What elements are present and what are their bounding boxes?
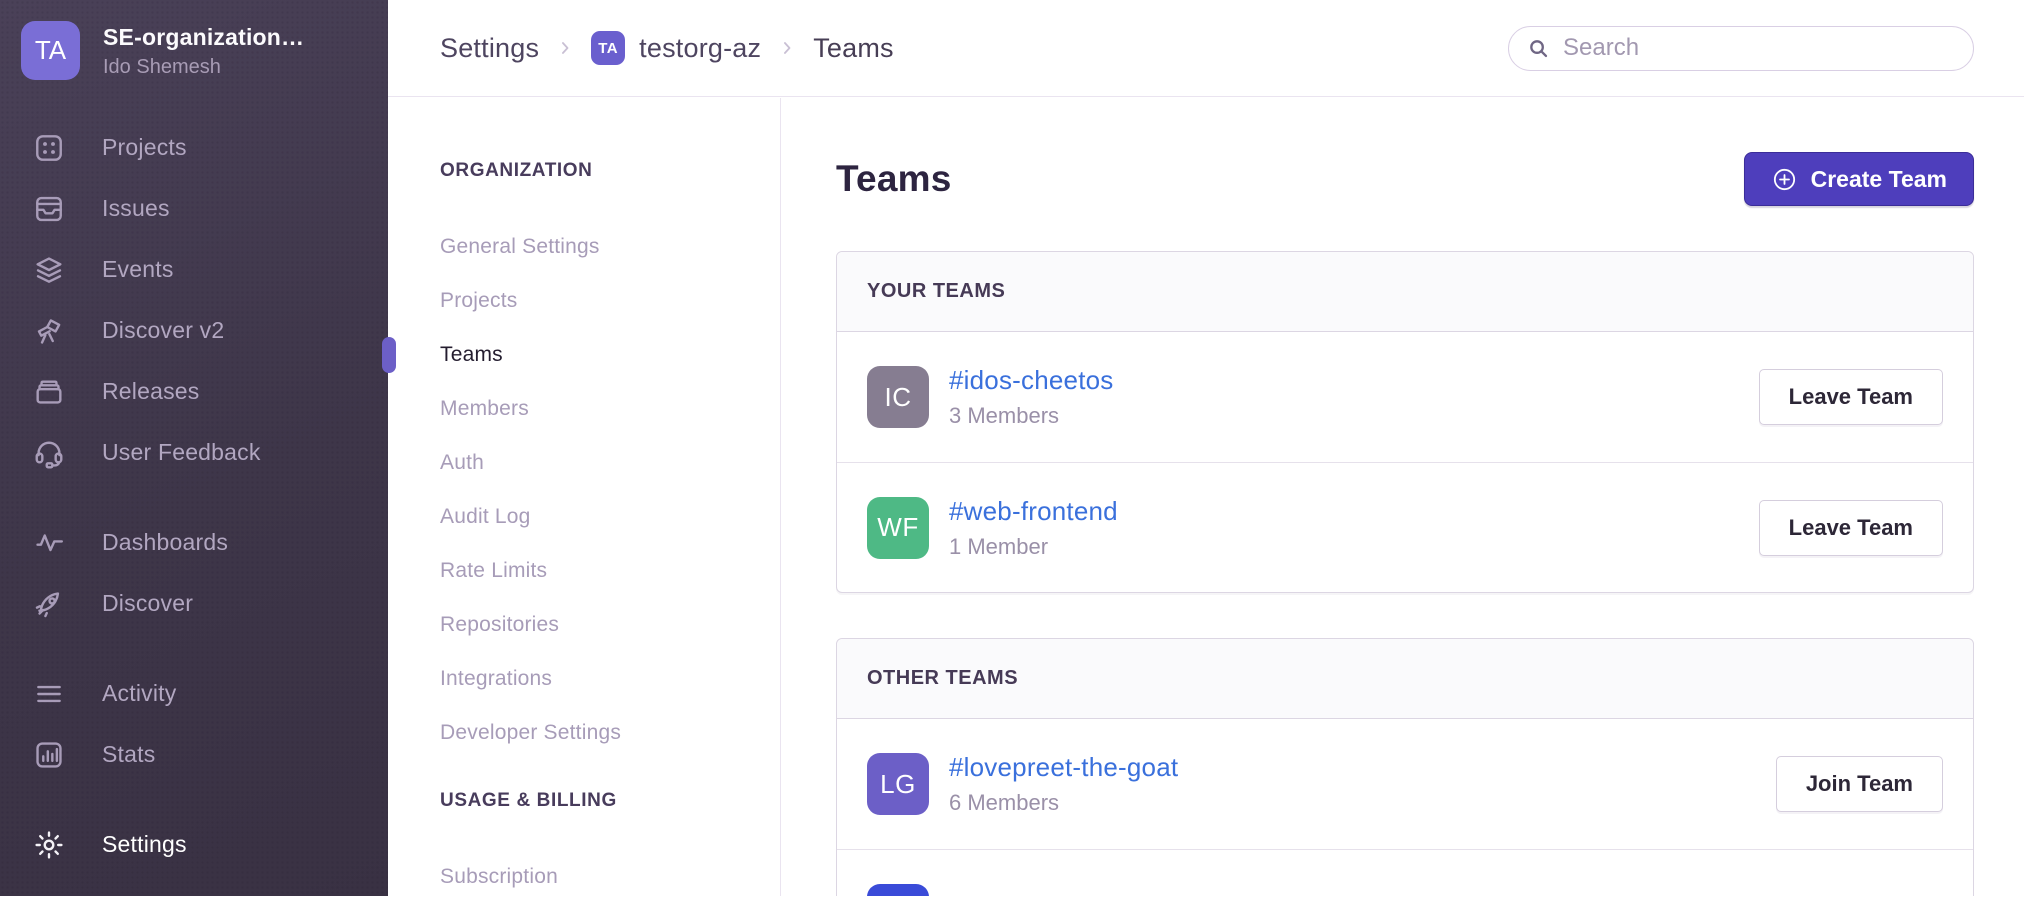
breadcrumb-org[interactable]: TA testorg-az bbox=[591, 31, 761, 65]
grid-icon bbox=[33, 132, 65, 164]
team-link[interactable]: #web-frontend bbox=[949, 496, 1118, 527]
org-switcher[interactable]: TA SE-organization… Ido Shemesh bbox=[21, 21, 304, 80]
team-member-count: 6 Members bbox=[949, 790, 1178, 816]
settings-nav-item-rate-limits[interactable]: Rate Limits bbox=[440, 544, 760, 598]
sidebar-item-label: Projects bbox=[102, 134, 187, 161]
sidebar-item-user-feedback[interactable]: User Feedback bbox=[0, 422, 388, 483]
team-row: IC #idos-cheetos 3 Members Leave Team bbox=[837, 332, 1973, 462]
team-avatar: IC bbox=[867, 366, 929, 428]
chevron-right-icon bbox=[555, 38, 575, 58]
breadcrumb-settings[interactable]: Settings bbox=[440, 33, 539, 64]
team-row bbox=[837, 849, 1973, 896]
sidebar-item-stats[interactable]: Stats bbox=[0, 724, 388, 785]
team-member-count: 1 Member bbox=[949, 534, 1118, 560]
settings-nav-item-integrations[interactable]: Integrations bbox=[440, 652, 760, 706]
team-avatar: WF bbox=[867, 497, 929, 559]
org-badge: TA bbox=[591, 31, 625, 65]
settings-nav: ORGANIZATION General SettingsProjectsTeam… bbox=[388, 98, 781, 896]
team-avatar bbox=[867, 884, 929, 897]
layers-icon bbox=[33, 254, 65, 286]
menu-lines-icon bbox=[33, 678, 65, 710]
breadcrumb: Settings TA testorg-az Teams bbox=[440, 31, 894, 65]
team-member-count: 3 Members bbox=[949, 403, 1113, 429]
sidebar-item-label: Activity bbox=[102, 680, 176, 707]
org-name: SE-organization… bbox=[103, 21, 304, 51]
settings-nav-item-teams[interactable]: Teams bbox=[440, 328, 760, 382]
settings-nav-heading-usage-billing: USAGE & BILLING bbox=[440, 790, 760, 812]
team-row: LG #lovepreet-the-goat 6 Members Join Team bbox=[837, 719, 1973, 849]
sidebar-item-label: Settings bbox=[102, 831, 187, 858]
panel-heading: OTHER TEAMS bbox=[837, 639, 1973, 719]
archive-icon bbox=[33, 376, 65, 408]
sidebar-item-label: Events bbox=[102, 256, 174, 283]
panels: YOUR TEAMS IC #idos-cheetos 3 Members Leave … bbox=[836, 251, 1974, 896]
search-input[interactable] bbox=[1563, 27, 1973, 70]
chevron-right-icon bbox=[777, 38, 797, 58]
settings-nav-item-auth[interactable]: Auth bbox=[440, 436, 760, 490]
telescope-icon bbox=[33, 315, 65, 347]
leave-team-button[interactable]: Leave Team bbox=[1759, 369, 1943, 425]
team-link[interactable]: #lovepreet-the-goat bbox=[949, 752, 1178, 783]
sidebar-item-activity[interactable]: Activity bbox=[0, 663, 388, 724]
gear-icon bbox=[33, 829, 65, 861]
sidebar-active-indicator bbox=[382, 337, 396, 373]
settings-nav-item-repositories[interactable]: Repositories bbox=[440, 598, 760, 652]
leave-team-button[interactable]: Leave Team bbox=[1759, 500, 1943, 556]
search-box bbox=[1508, 26, 1974, 71]
team-row: WF #web-frontend 1 Member Leave Team bbox=[837, 462, 1973, 592]
sidebar-item-projects[interactable]: Projects bbox=[0, 117, 388, 178]
breadcrumb-org-label: testorg-az bbox=[639, 33, 761, 64]
sidebar-item-label: Stats bbox=[102, 741, 155, 768]
sidebar-item-label: Releases bbox=[102, 378, 200, 405]
sidebar-item-label: Dashboards bbox=[102, 529, 228, 556]
org-avatar: TA bbox=[21, 21, 80, 80]
panel-heading: YOUR TEAMS bbox=[837, 252, 1973, 332]
sidebar-item-dashboards[interactable]: Dashboards bbox=[0, 512, 388, 573]
team-link[interactable]: #idos-cheetos bbox=[949, 365, 1113, 396]
inbox-icon bbox=[33, 193, 65, 225]
sidebar-item-settings[interactable]: Settings bbox=[0, 814, 388, 875]
panel-other-teams: OTHER TEAMS LG #lovepreet-the-goat 6 Member… bbox=[836, 638, 1974, 896]
page-title: Teams bbox=[836, 158, 952, 200]
rocket-icon bbox=[33, 588, 65, 620]
sidebar-nav: Projects Issues Events Discover v2 Releases U… bbox=[0, 117, 388, 875]
create-team-label: Create Team bbox=[1811, 166, 1947, 193]
bar-chart-icon bbox=[33, 739, 65, 771]
pulse-icon bbox=[33, 527, 65, 559]
sidebar-item-releases[interactable]: Releases bbox=[0, 361, 388, 422]
main-content: Teams Create Team YOUR TEAMS IC #idos-chee… bbox=[782, 98, 2024, 896]
breadcrumb-teams: Teams bbox=[813, 33, 894, 64]
sidebar-item-issues[interactable]: Issues bbox=[0, 178, 388, 239]
settings-nav-item-audit-log[interactable]: Audit Log bbox=[440, 490, 760, 544]
settings-nav-heading-organization: ORGANIZATION bbox=[440, 160, 760, 182]
settings-nav-item-general-settings[interactable]: General Settings bbox=[440, 220, 760, 274]
sidebar-item-discover-v2[interactable]: Discover v2 bbox=[0, 300, 388, 361]
sidebar-item-discover[interactable]: Discover bbox=[0, 573, 388, 634]
org-user-name: Ido Shemesh bbox=[103, 56, 304, 79]
settings-nav-item-members[interactable]: Members bbox=[440, 382, 760, 436]
sidebar: TA SE-organization… Ido Shemesh Projects… bbox=[0, 0, 388, 896]
top-header: Settings TA testorg-az Teams bbox=[388, 0, 2024, 97]
panel-your-teams: YOUR TEAMS IC #idos-cheetos 3 Members Leave … bbox=[836, 251, 1974, 593]
headset-icon bbox=[33, 437, 65, 469]
create-team-button[interactable]: Create Team bbox=[1744, 152, 1974, 206]
settings-nav-item-projects[interactable]: Projects bbox=[440, 274, 760, 328]
sidebar-item-events[interactable]: Events bbox=[0, 239, 388, 300]
sidebar-item-label: Discover bbox=[102, 590, 193, 617]
team-avatar: LG bbox=[867, 753, 929, 815]
sidebar-item-label: User Feedback bbox=[102, 439, 261, 466]
search-icon bbox=[1527, 37, 1550, 60]
join-team-button[interactable]: Join Team bbox=[1776, 756, 1943, 812]
sidebar-item-label: Discover v2 bbox=[102, 317, 224, 344]
settings-nav-item-developer-settings[interactable]: Developer Settings bbox=[440, 706, 760, 760]
title-row: Teams Create Team bbox=[836, 152, 1974, 206]
plus-circle-icon bbox=[1771, 166, 1798, 193]
sidebar-item-label: Issues bbox=[102, 195, 170, 222]
